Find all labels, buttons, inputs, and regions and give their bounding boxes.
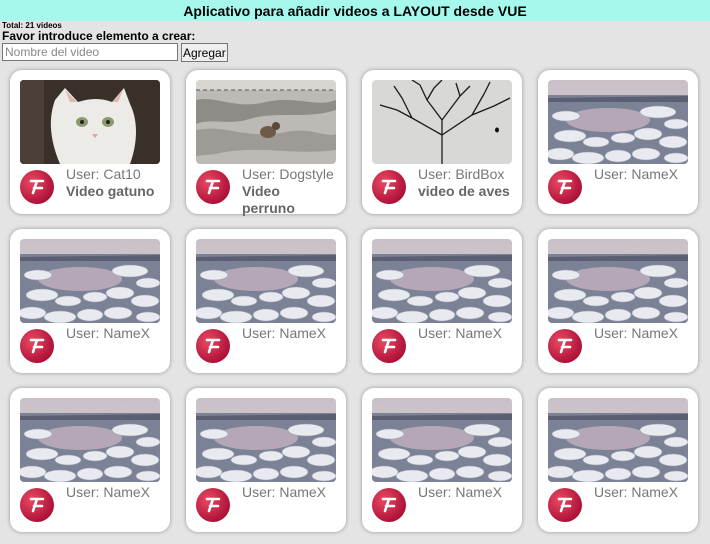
video-user: User: NameX [594, 325, 679, 341]
channel-logo-icon[interactable] [196, 170, 230, 204]
video-card[interactable]: User: NameX [362, 229, 522, 373]
video-card[interactable]: User: NameX [10, 229, 170, 373]
video-thumbnail[interactable] [196, 80, 336, 164]
video-meta: User: NameX [548, 325, 688, 363]
video-user: User: NameX [418, 325, 503, 341]
video-thumbnail[interactable] [548, 80, 688, 164]
video-text: User: Cat10 Video gatuno [66, 166, 154, 204]
video-card[interactable]: User: NameX [538, 388, 698, 532]
video-card[interactable]: User: NameX [362, 388, 522, 532]
video-text: User: NameX [594, 166, 678, 204]
video-thumbnail[interactable] [20, 239, 160, 323]
video-title: Video perruno [242, 183, 295, 216]
form-prompt: Favor introduce elemento a crear: [2, 29, 196, 43]
video-user: User: NameX [418, 484, 503, 500]
video-title: Video gatuno [66, 183, 155, 199]
video-meta: User: Dogstyle Video perruno [196, 166, 336, 217]
video-user: User: NameX [242, 325, 327, 341]
video-user: User: NameX [242, 484, 327, 500]
video-user: User: NameX [66, 484, 151, 500]
video-text: User: BirdBox video de aves [418, 166, 510, 204]
video-text: User: NameX [418, 325, 502, 363]
video-meta: User: NameX [372, 325, 512, 363]
video-user: User: BirdBox [418, 166, 505, 182]
video-card[interactable]: User: Cat10 Video gatuno [10, 70, 170, 214]
channel-logo-icon[interactable] [372, 329, 406, 363]
video-name-input[interactable] [2, 43, 178, 61]
video-thumbnail[interactable] [20, 80, 160, 164]
channel-logo-icon[interactable] [196, 329, 230, 363]
video-text: User: NameX [594, 484, 678, 522]
video-text: User: Dogstyle Video perruno [242, 166, 336, 217]
video-user: User: Cat10 [66, 166, 141, 182]
video-meta: User: NameX [548, 166, 688, 204]
channel-logo-icon[interactable] [548, 488, 582, 522]
add-video-form: Agregar [2, 43, 710, 63]
video-meta: User: NameX [20, 484, 160, 522]
video-user: User: NameX [594, 166, 679, 182]
video-meta: User: NameX [548, 484, 688, 522]
video-user: User: NameX [594, 484, 679, 500]
video-user: User: NameX [66, 325, 151, 341]
channel-logo-icon[interactable] [196, 488, 230, 522]
channel-logo-icon[interactable] [372, 488, 406, 522]
video-thumbnail[interactable] [548, 239, 688, 323]
video-text: User: NameX [66, 484, 150, 522]
channel-logo-icon[interactable] [20, 488, 54, 522]
video-text: User: NameX [242, 325, 326, 363]
video-thumbnail[interactable] [20, 398, 160, 482]
video-card[interactable]: User: NameX [538, 70, 698, 214]
video-thumbnail[interactable] [548, 398, 688, 482]
video-text: User: NameX [66, 325, 150, 363]
video-thumbnail[interactable] [372, 398, 512, 482]
add-button[interactable]: Agregar [181, 43, 228, 62]
video-grid: User: Cat10 Video gatuno User: Dogstyle Vi… [10, 70, 698, 532]
channel-logo-icon[interactable] [20, 329, 54, 363]
channel-logo-icon[interactable] [20, 170, 54, 204]
video-card[interactable]: User: NameX [538, 229, 698, 373]
channel-logo-icon[interactable] [548, 170, 582, 204]
video-meta: User: NameX [20, 325, 160, 363]
page-title: Aplicativo para añadir videos a LAYOUT d… [0, 0, 710, 21]
video-text: User: NameX [242, 484, 326, 522]
video-card[interactable]: User: NameX [10, 388, 170, 532]
video-card[interactable]: User: Dogstyle Video perruno [186, 70, 346, 217]
video-meta: User: NameX [196, 325, 336, 363]
video-card[interactable]: User: BirdBox video de aves [362, 70, 522, 214]
video-meta: User: NameX [372, 484, 512, 522]
video-meta: User: Cat10 Video gatuno [20, 166, 160, 204]
video-thumbnail[interactable] [372, 239, 512, 323]
video-text: User: NameX [594, 325, 678, 363]
video-text: User: NameX [418, 484, 502, 522]
video-card[interactable]: User: NameX [186, 229, 346, 373]
channel-logo-icon[interactable] [372, 170, 406, 204]
video-thumbnail[interactable] [372, 80, 512, 164]
video-meta: User: BirdBox video de aves [372, 166, 512, 204]
video-user: User: Dogstyle [242, 166, 334, 182]
video-meta: User: NameX [196, 484, 336, 522]
video-thumbnail[interactable] [196, 239, 336, 323]
channel-logo-icon[interactable] [548, 329, 582, 363]
video-title: video de aves [418, 183, 510, 199]
video-thumbnail[interactable] [196, 398, 336, 482]
video-card[interactable]: User: NameX [186, 388, 346, 532]
